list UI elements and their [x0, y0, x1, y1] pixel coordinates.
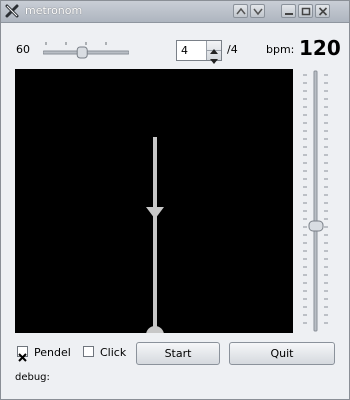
- app-x-icon[interactable]: [5, 4, 19, 18]
- pendulum-canvas: [15, 69, 293, 333]
- bottom-row: Pendel Click Start Quit: [1, 341, 349, 367]
- tempo-min-label: 60: [16, 43, 30, 56]
- bpm-slider-handle[interactable]: [308, 220, 324, 232]
- pendulum-pivot: [146, 326, 164, 333]
- bpm-slider[interactable]: [297, 69, 337, 333]
- spin-down-button[interactable]: [207, 51, 221, 64]
- checkmark-x-icon: [18, 353, 27, 362]
- metronome-window: metronom 60 4 /4 bpm: 120 Pendel Click S…: [0, 0, 350, 400]
- quit-button[interactable]: Quit: [229, 342, 335, 365]
- window-title: metronom: [25, 4, 83, 17]
- arrow-down-icon: [210, 59, 218, 64]
- unshade-button[interactable]: [250, 4, 265, 18]
- bpm-value: 120: [299, 36, 341, 60]
- shade-button[interactable]: [233, 4, 248, 18]
- minimize-icon: [285, 13, 293, 15]
- shade-up-icon: [236, 7, 246, 15]
- tempo-slider[interactable]: [43, 39, 129, 59]
- controls-row: 60 4 /4 bpm:: [1, 23, 349, 69]
- beats-spinbox[interactable]: 4: [176, 40, 222, 64]
- click-label[interactable]: Click: [100, 346, 126, 359]
- bpm-label: bpm:: [266, 43, 295, 56]
- beats-suffix: /4: [227, 43, 238, 56]
- bpm-slider-ticks-left: [303, 74, 307, 324]
- close-button[interactable]: [315, 4, 330, 18]
- debug-label: debug:: [15, 372, 50, 383]
- beats-spin-buttons: [206, 41, 221, 64]
- pendulum-drawing: [146, 137, 164, 333]
- maximize-button[interactable]: [298, 4, 313, 18]
- title-bar[interactable]: metronom: [1, 1, 349, 23]
- spin-up-button[interactable]: [207, 41, 221, 54]
- tempo-slider-handle[interactable]: [76, 46, 88, 59]
- shade-down-icon: [253, 8, 263, 16]
- beats-value[interactable]: 4: [181, 44, 188, 57]
- minimize-button[interactable]: [281, 4, 296, 18]
- start-button[interactable]: Start: [136, 342, 220, 365]
- bpm-slider-ticks-right: [324, 74, 328, 324]
- click-checkbox[interactable]: [83, 346, 94, 357]
- close-icon: [318, 7, 328, 16]
- pendulum-rod: [153, 137, 157, 333]
- pendulum-weight: [146, 207, 164, 219]
- maximize-icon: [301, 7, 311, 16]
- bpm-slider-track[interactable]: [313, 70, 318, 332]
- pendel-checkbox[interactable]: [17, 346, 28, 362]
- pendel-label[interactable]: Pendel: [34, 346, 71, 359]
